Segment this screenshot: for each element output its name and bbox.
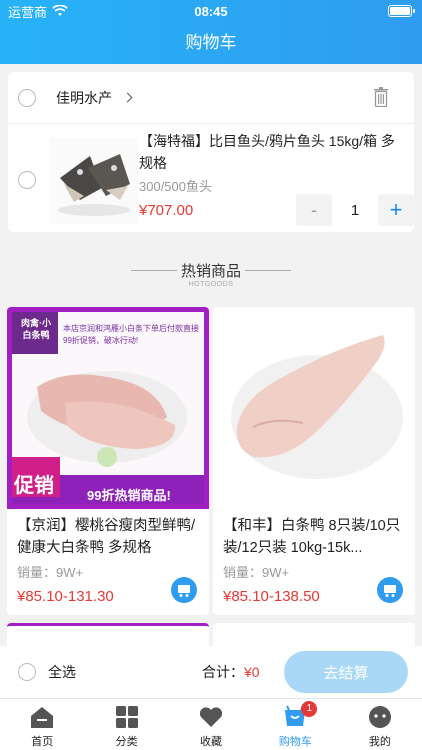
decrease-button[interactable]: - [296,194,332,226]
battery-icon [388,5,415,17]
store-name[interactable]: 佳明水产 [56,88,112,108]
store-select-radio[interactable] [18,88,36,107]
tab-label: 收藏 [200,736,223,748]
heart-icon [199,707,223,727]
status-time: 08:45 [194,4,228,19]
tab-label: 首页 [31,736,54,748]
home-icon [31,707,54,728]
product-card[interactable]: 【和丰】白条鸭 8只装/10只装/12只装 10kg-15k... 销量：9W+… [213,307,415,615]
total-value: ¥0 [244,664,260,680]
select-all-label[interactable]: 全选 [48,662,76,682]
add-to-cart-button[interactable] [377,577,403,603]
duck-product-image[interactable] [213,307,415,509]
quantity-stepper: - 1 + [296,194,414,226]
product-price: ¥85.10-131.30 [17,588,114,605]
product-sales: 销量：9W+ [17,565,84,580]
tab-home[interactable]: 首页 [0,699,84,750]
cart-item-title[interactable]: 【海特福】比目鱼头/鸦片鱼头 15kg/箱 多规格 [139,130,399,174]
product-sales: 销量：9W+ [223,565,290,580]
product-name[interactable]: 【和丰】白条鸭 8只装/10只装/12只装 10kg-15k... [223,515,407,559]
cart-icon [178,585,190,597]
hot-goods-heading: 热销商品 HOTGOODS [0,260,422,288]
product-card[interactable]: 肉禽·小白条鸭 本店京润和鸿雁小白条下单后付款直接99折促销，破冰行动! 促销 … [7,307,209,615]
hot-goods-subtitle: HOTGOODS [188,281,234,288]
cart-item-spec: 300/500鱼头 [139,179,212,194]
select-all-radio[interactable] [18,663,36,681]
tab-label: 购物车 [278,736,312,748]
chevron-right-icon[interactable] [122,92,133,103]
quantity-value[interactable]: 1 [332,202,378,219]
cart-item-price: ¥707.00 [139,202,194,219]
tab-favorites[interactable]: 收藏 [169,699,253,750]
total-amount: 合计：¥0 [202,662,260,682]
tab-cart[interactable]: 1 购物车 [253,699,337,750]
status-bar: 运营商 08:45 [0,0,422,22]
checkout-button[interactable]: 去结算 [284,651,408,693]
tab-label: 分类 [115,736,138,748]
trash-icon[interactable] [374,87,388,107]
total-label: 合计： [202,664,244,680]
page-title: 购物车 [185,33,237,52]
tab-profile[interactable]: 我的 [338,699,422,750]
promo-badge: 促销 [14,475,54,497]
cart-count-badge: 1 [301,701,318,717]
cart-icon [384,585,396,597]
checkout-bar: 全选 合计：¥0 去结算 [0,646,422,698]
tab-label: 我的 [368,736,391,748]
item-select-radio[interactable] [18,171,36,189]
category-icon [115,706,138,728]
promo-banner: 99折热销商品! [87,488,171,503]
profile-icon [368,706,391,728]
product-name[interactable]: 【京润】樱桃谷瘦肉型鲜鸭/健康大白条鸭 多规格 [17,515,201,559]
tab-bar: 首页 分类 收藏 1 购物车 我的 [0,698,422,750]
tab-category[interactable]: 分类 [84,699,168,750]
increase-button[interactable]: + [378,194,414,226]
add-to-cart-button[interactable] [171,577,197,603]
hot-goods-title: 热销商品 [180,263,241,280]
promo-notice: 本店京润和鸿雁小白条下单后付款直接99折促销，破冰行动! [63,324,199,345]
product-price: ¥85.10-138.50 [223,588,320,605]
store-header: 佳明水产 [8,72,414,124]
fish-head-image[interactable] [50,138,138,224]
header: 运营商 08:45 购物车 [0,0,422,64]
promo-tag: 肉禽·小白条鸭 [21,318,51,340]
